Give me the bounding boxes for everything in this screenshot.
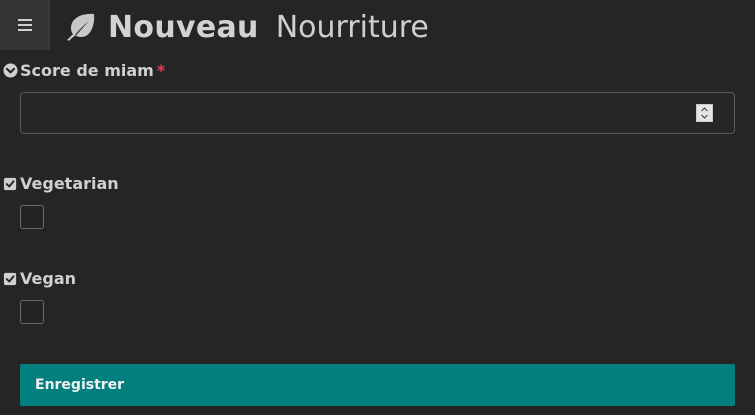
spinner-arrows-icon xyxy=(701,107,708,119)
required-marker: * xyxy=(156,61,166,80)
page-header: Nouveau Nourriture xyxy=(66,0,429,54)
chevron-circle-down-icon xyxy=(3,63,18,78)
page-subtitle: Nourriture xyxy=(275,9,429,45)
score-input[interactable] xyxy=(20,92,735,134)
vegetarian-checkbox[interactable] xyxy=(20,205,44,229)
score-field-label: Score de miam * xyxy=(3,61,165,80)
hamburger-icon xyxy=(17,19,32,31)
number-spinner[interactable] xyxy=(696,104,713,122)
vegan-checkbox[interactable] xyxy=(20,300,44,324)
save-button[interactable]: Enregistrer xyxy=(20,364,735,406)
menu-button[interactable] xyxy=(0,0,50,50)
vegan-label-text: Vegan xyxy=(20,269,76,288)
check-square-icon xyxy=(3,272,17,286)
check-square-icon xyxy=(3,177,17,191)
vegetarian-label-text: Vegetarian xyxy=(20,174,119,193)
vegan-field-label: Vegan xyxy=(3,269,76,288)
score-label-text: Score de miam xyxy=(20,61,154,80)
leaf-icon xyxy=(67,13,95,41)
page-title: Nouveau xyxy=(108,9,259,45)
vegetarian-field-label: Vegetarian xyxy=(3,174,119,193)
